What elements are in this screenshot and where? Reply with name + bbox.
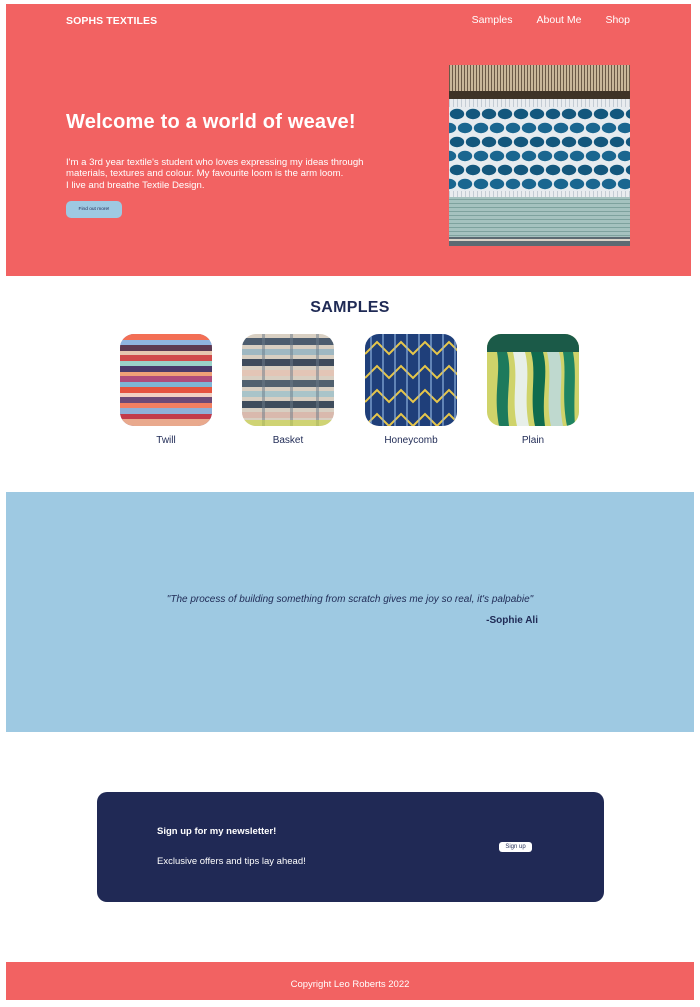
- quote-section: [6, 492, 694, 732]
- sample-label-plain: Plain: [521, 435, 545, 446]
- sample-plain-image: [487, 334, 579, 426]
- newsletter-subtitle: Exclusive offers and tips lay ahead!: [157, 856, 306, 867]
- hero-weave-image: [449, 65, 630, 246]
- main-nav: Samples About Me Shop: [472, 14, 630, 26]
- sample-card-twill[interactable]: Twill: [120, 334, 212, 446]
- hero-description: I'm a 3rd year textile's student who lov…: [66, 157, 376, 191]
- sample-label-twill: Twill: [156, 435, 176, 446]
- sign-up-button[interactable]: Sign up: [499, 842, 532, 852]
- sample-twill-image: [120, 334, 212, 426]
- nav-link-about-me[interactable]: About Me: [537, 14, 582, 26]
- sample-basket-image: [242, 334, 334, 426]
- sample-card-basket[interactable]: Basket: [242, 334, 334, 446]
- footer: Copyright Leo Roberts 2022: [6, 962, 694, 1000]
- newsletter-card: Sign up for my newsletter! Exclusive off…: [97, 792, 604, 902]
- sample-label-basket: Basket: [272, 435, 304, 446]
- hero-line: I'm a 3rd year textile's student who lov…: [66, 157, 364, 168]
- nav-link-shop[interactable]: Shop: [605, 14, 630, 26]
- footer-copyright: Copyright Leo Roberts 2022: [290, 979, 410, 990]
- sample-honeycomb-image: [365, 334, 457, 426]
- sample-card-honeycomb[interactable]: Honeycomb: [365, 334, 457, 446]
- newsletter-title: Sign up for my newsletter!: [157, 826, 277, 837]
- hero-section: SOPHS TEXTILES Samples About Me Shop Wel…: [6, 4, 691, 276]
- hero-line: materials, textures and colour. My favou…: [66, 168, 344, 180]
- nav-link-samples[interactable]: Samples: [472, 14, 513, 26]
- quote-text: "The process of building something from …: [166, 594, 534, 605]
- sample-label-honeycomb: Honeycomb: [384, 435, 438, 446]
- hero-line: I live and breathe Textile Design.: [66, 179, 205, 191]
- samples-title: SAMPLES: [310, 299, 390, 316]
- hero-title: Welcome to a world of weave!: [66, 111, 356, 133]
- sample-card-plain[interactable]: Plain: [487, 334, 579, 446]
- quote-author: -Sophie Ali: [486, 615, 538, 626]
- brand-logo[interactable]: SOPHS TEXTILES: [66, 15, 157, 27]
- find-out-more-button[interactable]: Find out more!: [66, 201, 122, 218]
